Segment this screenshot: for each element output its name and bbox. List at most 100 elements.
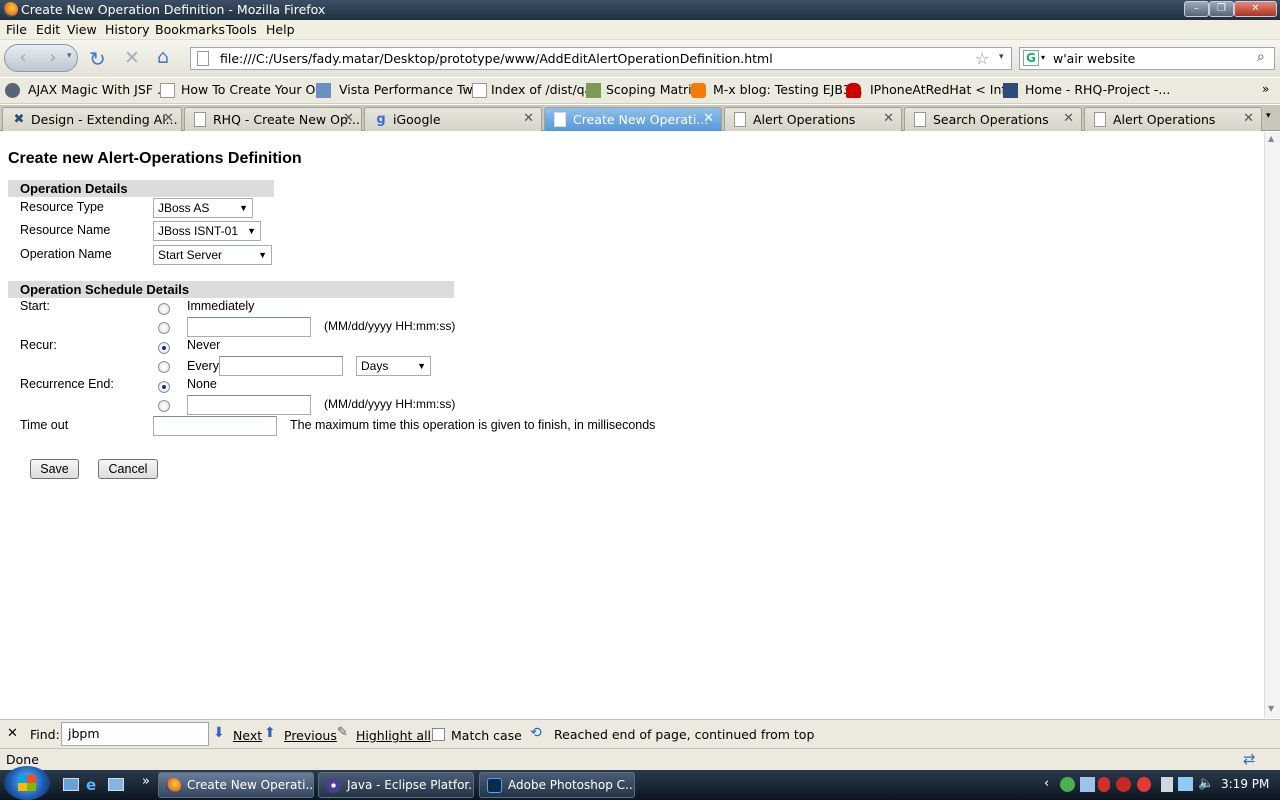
tab-design[interactable]: ✖ Design - Extending Al... ✕ — [2, 107, 182, 131]
rec-end-date-radio[interactable] — [158, 400, 170, 412]
start-date-radio[interactable] — [158, 322, 170, 334]
tray-antivirus-icon[interactable] — [1116, 777, 1131, 792]
close-tab-icon[interactable]: ✕ — [523, 111, 534, 126]
tab-list-dropdown-icon[interactable]: ▾ — [1266, 111, 1271, 121]
every-unit-select[interactable]: Days ▼ — [356, 356, 431, 376]
engine-dropdown-icon[interactable]: ▾ — [1041, 53, 1045, 62]
stop-icon[interactable]: ✕ — [124, 47, 140, 69]
rec-end-date-input[interactable] — [187, 395, 311, 415]
menu-edit[interactable]: Edit — [36, 22, 60, 37]
tray-pdf-icon[interactable] — [1098, 777, 1110, 792]
every-interval-input[interactable] — [219, 356, 343, 376]
operation-name-select[interactable]: Start Server ▼ — [153, 245, 272, 265]
start-date-input[interactable] — [187, 317, 311, 337]
menu-history[interactable]: History — [105, 22, 149, 37]
url-dropdown-icon[interactable]: ▾ — [999, 52, 1004, 62]
url-bar[interactable]: file:///C:/Users/fady.matar/Desktop/prot… — [190, 47, 1012, 70]
bookmark-item[interactable]: Index of /dist/qa — [491, 82, 592, 97]
find-next-button[interactable]: Next — [233, 728, 262, 743]
match-case-label: Match case — [451, 728, 522, 743]
tab-search-operations[interactable]: Search Operations ✕ — [904, 107, 1082, 131]
close-tab-icon[interactable]: ✕ — [883, 111, 894, 126]
google-icon[interactable]: G — [1023, 50, 1039, 66]
tray-volume-icon[interactable]: 🔈 — [1198, 776, 1214, 791]
close-tab-icon[interactable]: ✕ — [703, 111, 714, 126]
confluence-icon: ✖ — [13, 112, 25, 127]
close-tab-icon[interactable]: ✕ — [1063, 111, 1074, 126]
bookmark-star-icon[interactable]: ☆ — [975, 49, 989, 68]
cancel-button[interactable]: Cancel — [98, 459, 158, 479]
maximize-button[interactable]: ❐ — [1209, 1, 1234, 17]
highlight-all-button[interactable]: Highlight all — [356, 728, 431, 743]
menu-help[interactable]: Help — [266, 22, 295, 37]
menu-tools[interactable]: Tools — [226, 22, 257, 37]
photoshop-icon — [487, 778, 502, 793]
tray-app-icon[interactable] — [1080, 777, 1095, 792]
quicklaunch-more-icon[interactable]: » — [142, 774, 150, 789]
resource-type-select[interactable]: JBoss AS ▼ — [153, 198, 253, 218]
tab-alert-operations-2[interactable]: Alert Operations ✕ — [1084, 107, 1262, 131]
highlighter-icon: ✎ — [337, 725, 348, 740]
forward-arrow-icon[interactable]: › — [41, 47, 65, 69]
arrow-down-icon: ⬇ — [213, 725, 225, 741]
home-icon[interactable]: ⌂ — [157, 46, 169, 68]
find-previous-button[interactable]: Previous — [284, 728, 337, 743]
tray-alert-icon[interactable] — [1137, 777, 1151, 792]
history-dropdown-icon[interactable]: ▾ — [67, 51, 72, 61]
tab-alert-operations[interactable]: Alert Operations ✕ — [724, 107, 902, 131]
search-icon[interactable]: ⌕ — [1257, 49, 1265, 65]
bookmark-item[interactable]: How To Create Your O... — [181, 82, 327, 97]
tab-create-new-operation[interactable]: Create New Operati... ✕ — [544, 107, 722, 131]
bookmark-item[interactable]: IPhoneAtRedHat < Inf... — [870, 82, 1017, 97]
close-window-button[interactable]: ✕ — [1234, 1, 1277, 17]
tray-expand-icon[interactable]: ‹ — [1044, 776, 1049, 791]
tray-messenger-icon[interactable] — [1060, 777, 1075, 792]
search-bar[interactable]: G ▾ w'air website ⌕ — [1019, 47, 1275, 70]
eclipse-icon — [326, 778, 341, 793]
taskbar-item-eclipse[interactable]: Java - Eclipse Platfor... — [318, 772, 474, 798]
tray-network-icon[interactable] — [1178, 777, 1193, 791]
recur-every-radio[interactable] — [158, 361, 170, 373]
page-icon — [194, 112, 206, 127]
status-bar: Done ⇄ — [0, 748, 1280, 770]
bookmark-item[interactable]: Vista Performance Tw... — [339, 82, 484, 97]
timeout-input[interactable] — [153, 416, 277, 436]
minimize-button[interactable]: – — [1184, 1, 1209, 17]
menu-file[interactable]: File — [6, 22, 27, 37]
start-button[interactable] — [4, 766, 50, 800]
resource-name-label: Resource Name — [20, 223, 111, 237]
start-immediately-radio[interactable] — [158, 303, 170, 315]
taskbar-item-firefox[interactable]: Create New Operati... — [158, 772, 314, 798]
menu-view[interactable]: View — [67, 22, 97, 37]
bookmark-item[interactable]: M-x blog: Testing EJB3... — [713, 82, 863, 97]
rec-end-none-radio[interactable] — [158, 381, 170, 393]
tab-rhq-create[interactable]: RHQ - Create New Op... ✕ — [184, 107, 362, 131]
bookmark-item[interactable]: Scoping Matrix — [606, 82, 699, 97]
find-input[interactable]: jbpm — [61, 722, 209, 746]
back-arrow-icon[interactable]: ‹ — [11, 47, 35, 69]
dropdown-arrow-icon: ▼ — [239, 203, 248, 213]
taskbar-item-photoshop[interactable]: Adobe Photoshop C... — [479, 772, 635, 798]
save-button[interactable]: Save — [30, 459, 79, 479]
bookmark-item[interactable]: AJAX Magic With JSF ... — [28, 82, 169, 97]
scroll-up-icon[interactable]: ▲ — [1268, 134, 1274, 143]
close-tab-icon[interactable]: ✕ — [163, 111, 174, 126]
close-tab-icon[interactable]: ✕ — [1243, 111, 1254, 126]
internet-explorer-icon[interactable]: e — [86, 776, 96, 794]
more-bookmarks-icon[interactable]: » — [1262, 82, 1269, 96]
reload-icon[interactable]: ↻ — [89, 47, 106, 71]
recur-never-radio[interactable] — [158, 342, 170, 354]
switch-windows-icon[interactable] — [108, 778, 124, 791]
close-tab-icon[interactable]: ✕ — [343, 111, 354, 126]
menu-bookmarks[interactable]: Bookmarks — [155, 22, 225, 37]
bookmark-item[interactable]: Home - RHQ-Project -... — [1025, 82, 1170, 97]
resource-name-select[interactable]: JBoss ISNT-01 ▼ — [153, 221, 261, 241]
scroll-down-icon[interactable]: ▼ — [1268, 704, 1274, 713]
tray-power-icon[interactable] — [1161, 777, 1173, 792]
tab-igoogle[interactable]: g iGoogle ✕ — [364, 107, 542, 131]
match-case-checkbox[interactable] — [432, 728, 445, 741]
show-desktop-icon[interactable] — [63, 778, 79, 791]
vertical-scrollbar[interactable]: ▲ ▼ — [1264, 132, 1280, 718]
close-find-icon[interactable]: ✕ — [7, 726, 18, 741]
clock[interactable]: 3:19 PM — [1221, 777, 1269, 791]
